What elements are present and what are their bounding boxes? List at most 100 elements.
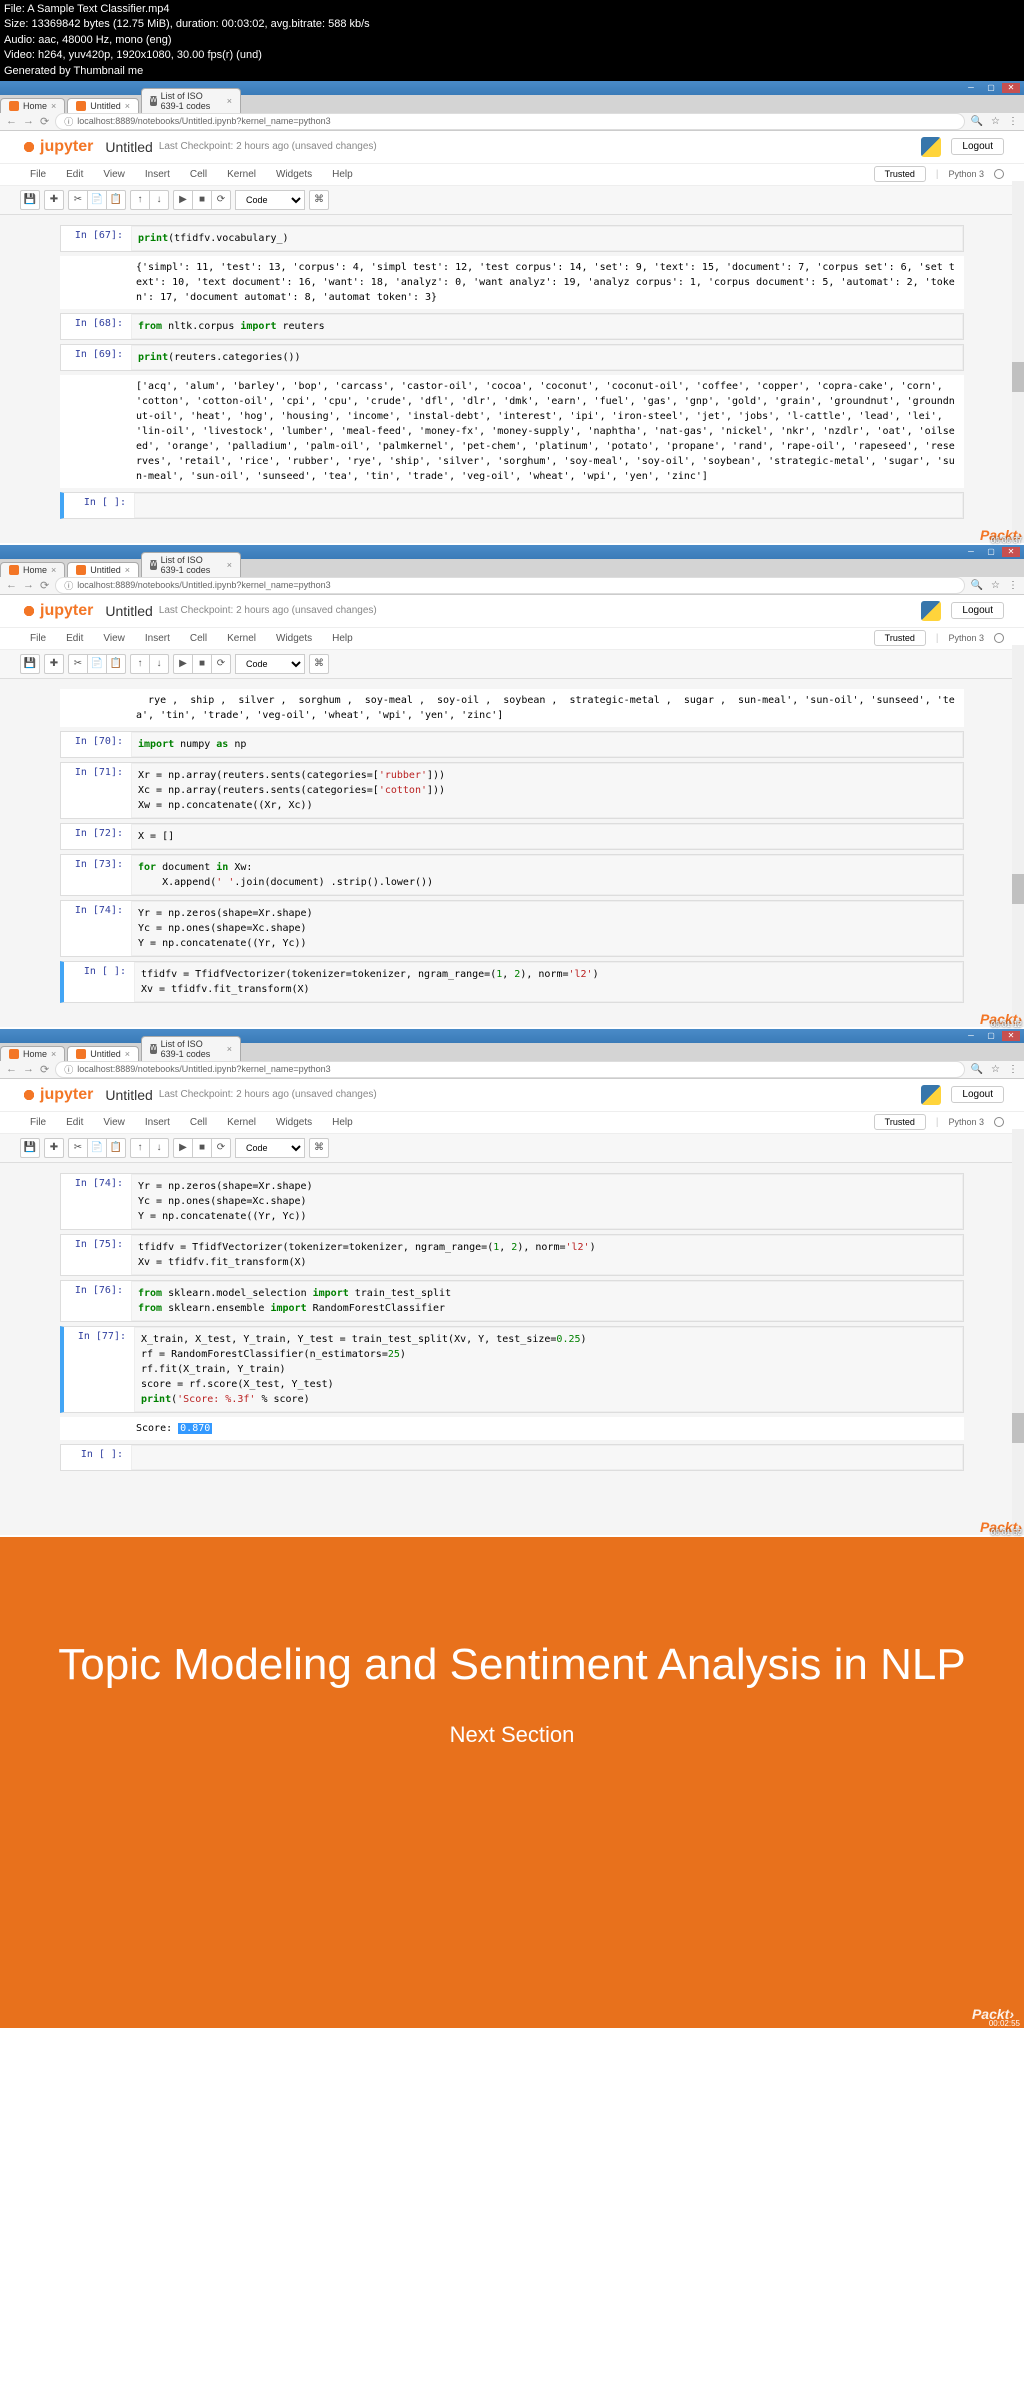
notebook-title[interactable]: Untitled — [105, 1087, 152, 1103]
minimize-button[interactable]: ─ — [962, 83, 980, 93]
restart-button[interactable]: ⟳ — [211, 190, 231, 210]
cut-button[interactable]: ✂ — [68, 1138, 88, 1158]
zoom-icon[interactable]: 🔍 — [971, 1064, 983, 1075]
cell-input[interactable]: tfidfv = TfidfVectorizer(tokenizer=token… — [134, 962, 963, 1002]
close-button[interactable]: ✕ — [1002, 547, 1020, 557]
celltype-select[interactable]: Code — [235, 190, 305, 210]
code-cell[interactable]: In [ ]: tfidfv = TfidfVectorizer(tokeniz… — [60, 961, 964, 1003]
menu-help[interactable]: Help — [322, 166, 363, 183]
tab-home[interactable]: Home× — [0, 1046, 65, 1061]
run-button[interactable]: ▶ — [173, 190, 193, 210]
minimize-button[interactable]: ─ — [962, 1031, 980, 1041]
zoom-icon[interactable]: 🔍 — [971, 580, 983, 591]
code-cell[interactable]: In [69]: print(reuters.categories()) — [60, 344, 964, 371]
zoom-icon[interactable]: 🔍 — [971, 116, 983, 127]
menu-insert[interactable]: Insert — [135, 630, 180, 647]
menu-file[interactable]: File — [20, 166, 56, 183]
cell-input[interactable]: Xr = np.array(reuters.sents(categories=[… — [131, 763, 963, 818]
code-cell[interactable]: In [74]: Yr = np.zeros(shape=Xr.shape) Y… — [60, 900, 964, 957]
forward-button[interactable]: → — [23, 1063, 34, 1075]
paste-button[interactable]: 📋 — [106, 1138, 126, 1158]
menu-cell[interactable]: Cell — [180, 166, 217, 183]
code-cell[interactable]: In [76]: from sklearn.model_selection im… — [60, 1280, 964, 1322]
menu-edit[interactable]: Edit — [56, 166, 93, 183]
cell-input[interactable]: tfidfv = TfidfVectorizer(tokenizer=token… — [131, 1235, 963, 1275]
forward-button[interactable]: → — [23, 579, 34, 591]
jupyter-logo[interactable]: jupyter — [20, 138, 93, 156]
cut-button[interactable]: ✂ — [68, 654, 88, 674]
menu-kernel[interactable]: Kernel — [217, 630, 266, 647]
cell-input[interactable]: print(tfidfv.vocabulary_) — [131, 226, 963, 251]
close-button[interactable]: ✕ — [1002, 1031, 1020, 1041]
tab-wiki[interactable]: WList of ISO 639-1 codes× — [141, 88, 241, 113]
code-cell[interactable]: In [68]: from nltk.corpus import reuters — [60, 313, 964, 340]
restart-button[interactable]: ⟳ — [211, 654, 231, 674]
add-cell-button[interactable]: ✚ — [44, 1138, 64, 1158]
save-button[interactable]: 💾 — [20, 1138, 40, 1158]
maximize-button[interactable]: ▢ — [982, 1031, 1000, 1041]
celltype-select[interactable]: Code — [235, 654, 305, 674]
code-cell[interactable]: In [77]: X_train, X_test, Y_train, Y_tes… — [60, 1326, 964, 1413]
code-cell[interactable]: In [71]: Xr = np.array(reuters.sents(cat… — [60, 762, 964, 819]
menu-view[interactable]: View — [93, 1114, 135, 1131]
tab-wiki[interactable]: WList of ISO 639-1 codes× — [141, 552, 241, 577]
reload-button[interactable]: ⟳ — [40, 1063, 49, 1076]
command-palette-button[interactable]: ⌘ — [309, 654, 329, 674]
menu-view[interactable]: View — [93, 166, 135, 183]
url-input[interactable]: ⓘlocalhost:8889/notebooks/Untitled.ipynb… — [55, 1061, 964, 1078]
cell-input[interactable]: X_train, X_test, Y_train, Y_test = train… — [134, 1327, 963, 1412]
tab-untitled[interactable]: Untitled× — [67, 1046, 139, 1061]
reload-button[interactable]: ⟳ — [40, 115, 49, 128]
close-icon[interactable]: × — [125, 1049, 130, 1059]
url-input[interactable]: ⓘlocalhost:8889/notebooks/Untitled.ipynb… — [55, 113, 964, 130]
menu-cell[interactable]: Cell — [180, 630, 217, 647]
code-cell[interactable]: In [ ]: — [60, 492, 964, 519]
stop-button[interactable]: ■ — [192, 654, 212, 674]
move-up-button[interactable]: ↑ — [130, 1138, 150, 1158]
celltype-select[interactable]: Code — [235, 1138, 305, 1158]
add-cell-button[interactable]: ✚ — [44, 654, 64, 674]
copy-button[interactable]: 📄 — [87, 190, 107, 210]
cell-input[interactable]: from sklearn.model_selection import trai… — [131, 1281, 963, 1321]
menu-icon[interactable]: ⋮ — [1008, 1064, 1018, 1075]
copy-button[interactable]: 📄 — [87, 1138, 107, 1158]
menu-file[interactable]: File — [20, 1114, 56, 1131]
menu-icon[interactable]: ⋮ — [1008, 580, 1018, 591]
scrollbar[interactable] — [1012, 645, 1024, 1027]
tab-wiki[interactable]: WList of ISO 639-1 codes× — [141, 1036, 241, 1061]
jupyter-logo[interactable]: jupyter — [20, 602, 93, 620]
move-down-button[interactable]: ↓ — [149, 654, 169, 674]
tab-home[interactable]: Home× — [0, 98, 65, 113]
tab-untitled[interactable]: Untitled× — [67, 562, 139, 577]
cell-input[interactable]: print(reuters.categories()) — [131, 345, 963, 370]
move-up-button[interactable]: ↑ — [130, 654, 150, 674]
cell-input[interactable]: import numpy as np — [131, 732, 963, 757]
restart-button[interactable]: ⟳ — [211, 1138, 231, 1158]
close-icon[interactable]: × — [125, 565, 130, 575]
tab-untitled[interactable]: Untitled× — [67, 98, 139, 113]
menu-file[interactable]: File — [20, 630, 56, 647]
paste-button[interactable]: 📋 — [106, 654, 126, 674]
menu-icon[interactable]: ⋮ — [1008, 116, 1018, 127]
cut-button[interactable]: ✂ — [68, 190, 88, 210]
jupyter-logo[interactable]: jupyter — [20, 1086, 93, 1104]
maximize-button[interactable]: ▢ — [982, 547, 1000, 557]
back-button[interactable]: ← — [6, 1063, 17, 1075]
logout-button[interactable]: Logout — [951, 602, 1004, 619]
save-button[interactable]: 💾 — [20, 190, 40, 210]
logout-button[interactable]: Logout — [951, 138, 1004, 155]
menu-widgets[interactable]: Widgets — [266, 166, 322, 183]
close-icon[interactable]: × — [51, 101, 56, 111]
trusted-button[interactable]: Trusted — [874, 1114, 926, 1130]
stop-button[interactable]: ■ — [192, 1138, 212, 1158]
close-icon[interactable]: × — [51, 565, 56, 575]
code-cell[interactable]: In [75]: tfidfv = TfidfVectorizer(tokeni… — [60, 1234, 964, 1276]
cell-input[interactable] — [131, 1445, 963, 1470]
run-button[interactable]: ▶ — [173, 654, 193, 674]
stop-button[interactable]: ■ — [192, 190, 212, 210]
star-icon[interactable]: ☆ — [991, 1064, 1000, 1075]
menu-widgets[interactable]: Widgets — [266, 1114, 322, 1131]
close-icon[interactable]: × — [51, 1049, 56, 1059]
move-down-button[interactable]: ↓ — [149, 190, 169, 210]
menu-help[interactable]: Help — [322, 630, 363, 647]
